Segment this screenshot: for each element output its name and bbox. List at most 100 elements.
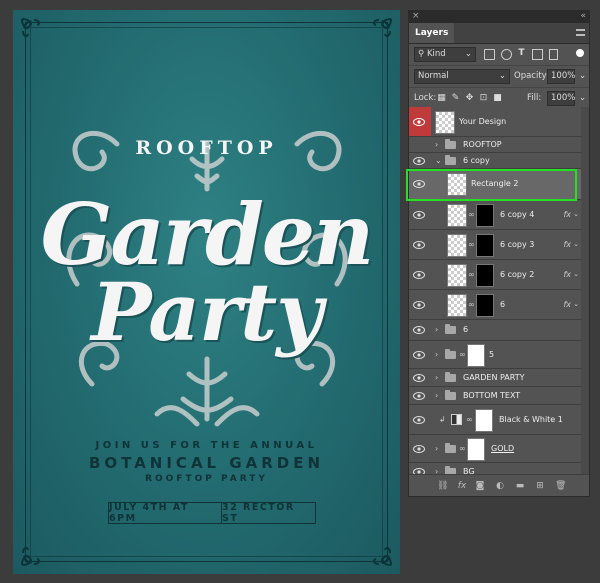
chevron-down-icon[interactable]: ⌄ — [573, 210, 579, 218]
link-icon[interactable]: ∞ — [468, 210, 475, 220]
chevron-right-icon[interactable]: › — [435, 444, 443, 454]
layer-row[interactable]: ∞ 6 copy 4 fx ⌄ — [409, 200, 581, 230]
layer-row[interactable]: › GARDEN PARTY — [409, 369, 581, 387]
layer-mask-thumbnail — [476, 294, 494, 317]
link-icon[interactable]: ∞ — [459, 444, 466, 454]
shape-filter-icon[interactable] — [532, 49, 543, 60]
adjustment-filter-icon[interactable] — [501, 49, 512, 60]
layer-mask-thumbnail — [476, 204, 494, 227]
opacity-input[interactable]: 100% — [547, 69, 575, 84]
layer-name: 6 — [500, 299, 506, 309]
corner-ornament-icon — [372, 546, 392, 566]
layer-thumbnail — [435, 111, 455, 134]
layer-row[interactable]: › ∞ 5 — [409, 341, 581, 369]
eye-icon[interactable] — [413, 270, 425, 279]
collapse-icon[interactable]: « — [580, 11, 586, 21]
trash-icon[interactable]: 🗑 — [555, 481, 566, 491]
chevron-right-icon[interactable]: › — [435, 350, 443, 360]
adjustment-layer-icon[interactable]: ◐ — [495, 481, 505, 491]
chevron-down-icon[interactable]: ⌄ — [435, 156, 443, 166]
blend-mode-select[interactable]: Normal ⌄ — [414, 69, 510, 84]
layer-name: BOTTOM TEXT — [463, 390, 521, 400]
layer-row[interactable]: ∞ 6 fx ⌄ — [409, 290, 581, 320]
layer-row[interactable]: ∞ 6 copy 2 fx ⌄ — [409, 260, 581, 290]
pixel-filter-icon[interactable] — [484, 49, 495, 60]
filter-kind-select[interactable]: ⚲ Kind ⌄ — [414, 47, 476, 62]
new-layer-icon[interactable]: ⊞ — [535, 481, 545, 491]
adjustment-icon — [451, 414, 462, 425]
link-icon[interactable]: ∞ — [468, 300, 475, 310]
link-icon[interactable]: ∞ — [459, 350, 466, 360]
fill-input[interactable]: 100% — [547, 91, 575, 106]
layer-row[interactable]: Your Design — [409, 107, 581, 137]
visibility-toggle[interactable] — [409, 107, 431, 136]
lock-transparent-icon[interactable]: ▦ — [437, 93, 446, 103]
poster-botanical-text: BOTANICAL GARDEN — [88, 454, 325, 472]
filter-toggle-icon[interactable] — [576, 49, 584, 57]
eye-icon[interactable] — [413, 300, 425, 309]
eye-icon[interactable] — [413, 350, 425, 359]
chevron-right-icon[interactable]: › — [435, 373, 443, 383]
poster-rooftop-heading: ROOFTOP — [135, 137, 278, 159]
chevron-down-icon[interactable]: ⌄ — [579, 93, 586, 103]
layer-mask-thumbnail — [467, 438, 485, 461]
lock-position-icon[interactable]: ✥ — [465, 93, 474, 103]
layer-mask-thumbnail — [476, 264, 494, 287]
chevron-right-icon[interactable]: › — [435, 391, 443, 401]
panel-titlebar: × « — [409, 11, 589, 23]
fx-icon[interactable]: fx — [563, 300, 571, 309]
add-mask-icon[interactable]: ◙ — [475, 481, 485, 491]
layers-list: Your Design › ROOFTOP ⌄ 6 copy Rectangle… — [409, 107, 581, 482]
eye-icon[interactable] — [413, 415, 425, 424]
eye-icon[interactable] — [413, 326, 425, 334]
lock-artboard-icon[interactable]: ⊡ — [479, 93, 488, 103]
link-icon[interactable]: ∞ — [466, 415, 473, 425]
chevron-down-icon[interactable]: ⌄ — [573, 300, 579, 308]
tab-layers[interactable]: Layers — [409, 23, 455, 43]
blend-row: Normal ⌄ Opacity: 100% ⌄ — [409, 66, 589, 88]
link-icon[interactable]: ∞ — [468, 270, 475, 280]
new-group-icon[interactable]: ▬ — [515, 481, 525, 491]
layer-row[interactable]: › 6 — [409, 320, 581, 341]
layer-name: ROOFTOP — [463, 139, 502, 149]
layer-row[interactable]: ∞ 6 copy 3 fx ⌄ — [409, 230, 581, 260]
link-icon[interactable]: ∞ — [468, 240, 475, 250]
link-layers-icon[interactable]: ⛓ — [437, 481, 448, 491]
layer-row[interactable]: ⌄ 6 copy — [409, 153, 581, 169]
poster-date: JULY 4TH AT 6PM — [109, 502, 222, 524]
smart-object-filter-icon[interactable] — [549, 49, 558, 60]
fx-icon[interactable]: fx — [563, 270, 571, 279]
eye-icon[interactable] — [413, 391, 425, 400]
layers-scrollbar[interactable] — [581, 107, 589, 479]
chevron-down-icon[interactable]: ⌄ — [579, 71, 586, 81]
type-filter-icon[interactable]: T — [517, 48, 526, 58]
lock-image-icon[interactable]: ✎ — [451, 93, 460, 103]
poster-rooftop-party-text: ROOFTOP PARTY — [145, 474, 268, 484]
layers-panel: × « Layers ⚲ Kind ⌄ T Normal ⌄ Opacity: … — [408, 10, 590, 497]
fx-icon[interactable]: fx — [563, 210, 571, 219]
layer-name: 6 copy 2 — [500, 269, 535, 279]
layer-row[interactable]: › ∞ GOLD — [409, 435, 581, 463]
chevron-down-icon[interactable]: ⌄ — [573, 240, 579, 248]
layer-row[interactable]: › BOTTOM TEXT — [409, 387, 581, 405]
eye-icon[interactable] — [413, 156, 425, 165]
fx-icon[interactable]: fx — [563, 240, 571, 249]
layer-thumbnail — [447, 264, 467, 287]
close-icon[interactable]: × — [412, 11, 420, 21]
panel-menu-icon[interactable] — [576, 29, 585, 36]
lock-all-icon[interactable]: ■ — [493, 93, 502, 103]
eye-icon[interactable] — [413, 444, 425, 453]
layer-row[interactable]: ↲ ∞ Black & White 1 — [409, 405, 581, 435]
fx-icon[interactable]: fx — [457, 481, 467, 491]
folder-icon — [445, 371, 456, 382]
layer-name: GARDEN PARTY — [463, 372, 525, 382]
chevron-right-icon[interactable]: › — [435, 140, 443, 150]
eye-icon[interactable] — [413, 373, 425, 382]
chevron-down-icon: ⌄ — [464, 49, 472, 59]
chevron-right-icon[interactable]: › — [435, 325, 443, 335]
chevron-down-icon[interactable]: ⌄ — [573, 270, 579, 278]
layer-row[interactable]: › ROOFTOP — [409, 137, 581, 153]
eye-icon[interactable] — [413, 210, 425, 219]
eye-icon[interactable] — [413, 240, 425, 249]
layers-bottom-toolbar: ⛓ fx ◙ ◐ ▬ ⊞ 🗑 — [409, 474, 589, 496]
